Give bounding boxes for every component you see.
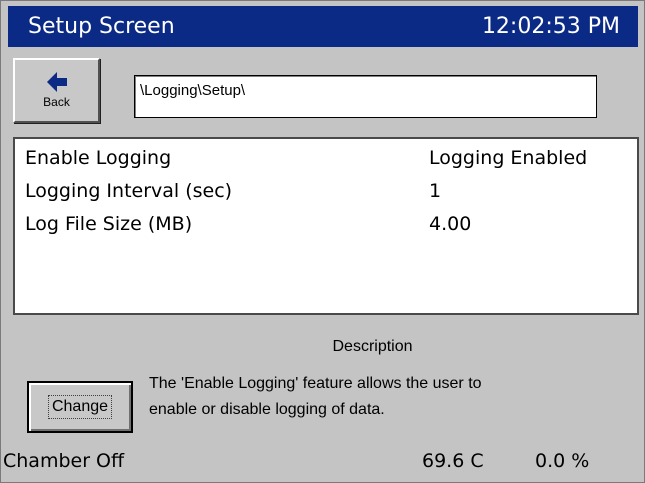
chamber-status: Chamber Off: [3, 450, 125, 472]
path-field: \Logging\Setup\: [134, 75, 597, 118]
setting-value: 4.00: [429, 213, 472, 235]
back-button[interactable]: Back: [13, 58, 100, 123]
change-button[interactable]: Change: [27, 381, 133, 433]
list-item[interactable]: Log File Size (MB) 4.00: [25, 213, 625, 243]
list-item[interactable]: Enable Logging Logging Enabled: [25, 147, 625, 177]
arrow-left-icon: [46, 72, 67, 92]
clock-time: 12:02:53 PM: [481, 14, 620, 39]
description-text: The 'Enable Logging' feature allows the …: [149, 371, 629, 423]
description-title: Description: [332, 338, 413, 355]
description-line: The 'Enable Logging' feature allows the …: [149, 375, 482, 392]
back-button-label: Back: [43, 95, 70, 109]
temperature-readout: 69.6 C: [422, 450, 484, 472]
setting-value: 1: [429, 180, 442, 202]
setting-value: Logging Enabled: [429, 147, 588, 169]
description-line: enable or disable logging of data.: [149, 401, 385, 418]
screen-title: Setup Screen: [28, 14, 175, 39]
setting-name: Enable Logging: [25, 147, 172, 169]
list-item[interactable]: Logging Interval (sec) 1: [25, 180, 625, 210]
settings-list[interactable]: Enable Logging Logging Enabled Logging I…: [13, 137, 639, 315]
setup-screen-window: Setup Screen 12:02:53 PM Back \Logging\S…: [0, 0, 645, 483]
setting-name: Logging Interval (sec): [25, 180, 233, 202]
setting-name: Log File Size (MB): [25, 213, 193, 235]
change-button-label: Change: [47, 395, 113, 419]
percent-readout: 0.0 %: [535, 450, 590, 472]
title-bar: Setup Screen 12:02:53 PM: [8, 6, 638, 47]
